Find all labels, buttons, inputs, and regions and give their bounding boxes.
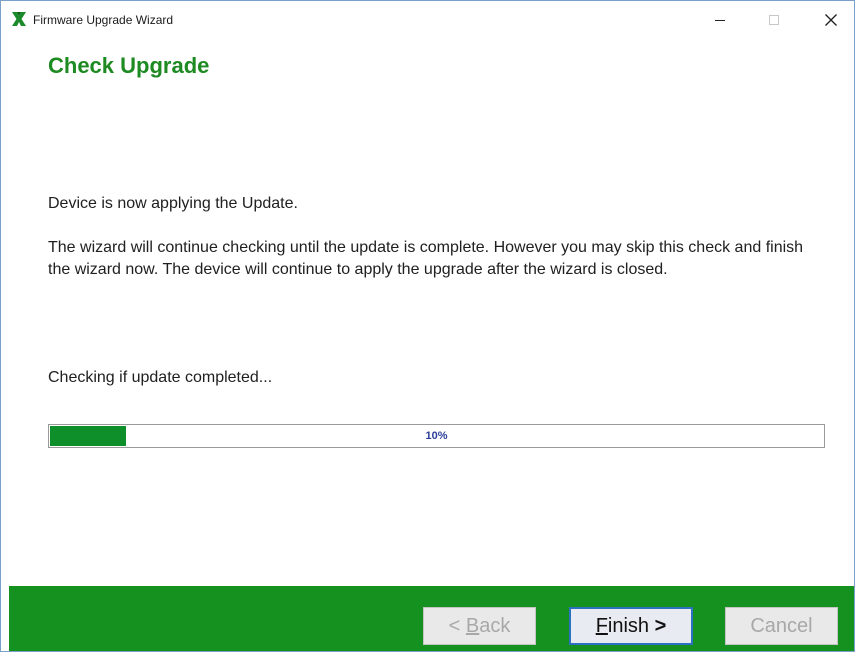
finish-arrow: > (654, 615, 667, 637)
window-title: Firmware Upgrade Wizard (33, 13, 174, 27)
x-logo-icon (12, 12, 26, 26)
wizard-footer: < Back Finish > Cancel (9, 586, 854, 651)
finish-mnemonic: F (595, 615, 608, 637)
back-arrow: < (448, 615, 461, 637)
finish-label-rest: inish (607, 615, 650, 637)
info-paragraph: The wizard will continue checking until … (48, 239, 804, 278)
maximize-icon (769, 15, 779, 25)
back-label-rest: ack (479, 615, 511, 637)
checking-text: Checking if update completed... (48, 369, 273, 386)
update-progress-bar: 10% (48, 424, 825, 448)
cancel-button[interactable]: Cancel (725, 607, 838, 645)
close-button[interactable] (809, 1, 853, 39)
maximize-button (752, 1, 796, 39)
back-mnemonic: B (465, 615, 480, 637)
title-bar[interactable]: Firmware Upgrade Wizard (1, 1, 854, 41)
status-text: Device is now applying the Update. (48, 195, 298, 212)
minimize-icon (715, 20, 725, 21)
wizard-window: Firmware Upgrade Wizard Check Upgrade De… (0, 0, 855, 652)
finish-button[interactable]: Finish > (569, 607, 693, 645)
progress-percent-label: 10% (425, 430, 448, 442)
minimize-button[interactable] (698, 1, 742, 39)
close-icon (825, 14, 837, 26)
page-title: Check Upgrade (48, 53, 210, 78)
back-button[interactable]: < Back (423, 607, 536, 645)
